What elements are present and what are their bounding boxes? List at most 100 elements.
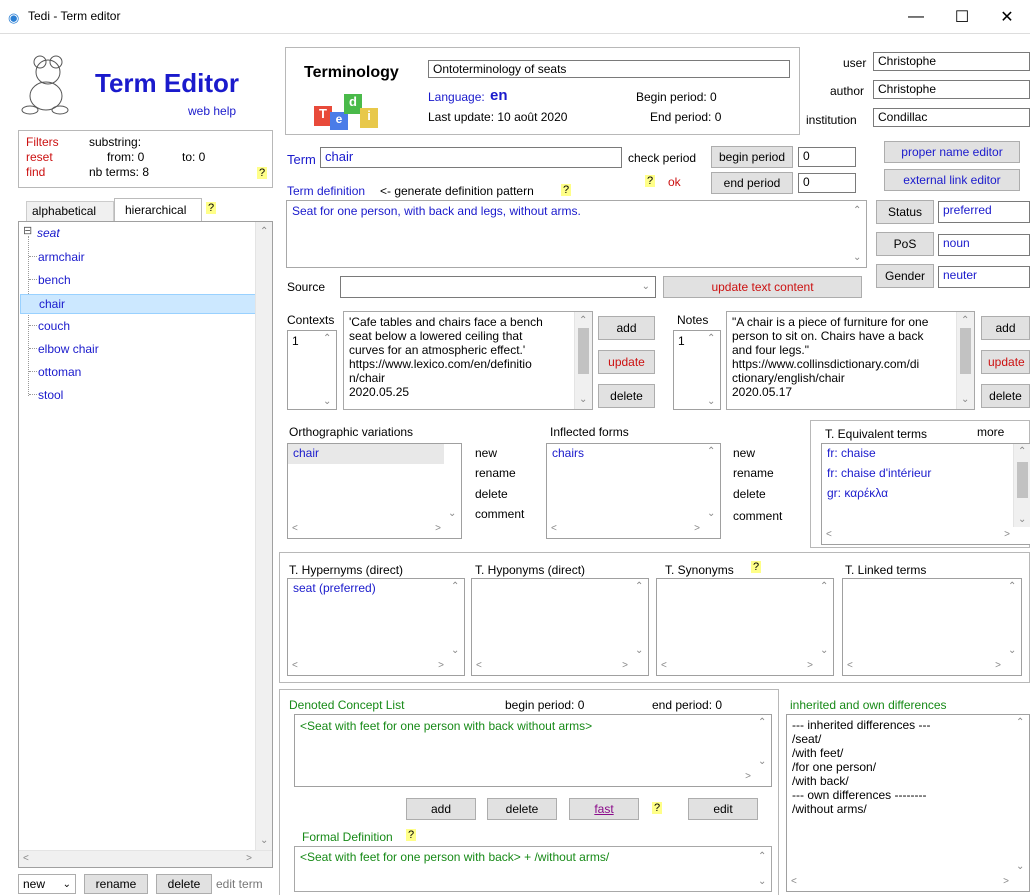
- contexts-add-button[interactable]: add: [598, 316, 655, 340]
- tree-item[interactable]: couch: [20, 317, 256, 337]
- tab-hierarchical[interactable]: hierarchical: [114, 198, 202, 221]
- linked-terms-list[interactable]: ⌃ ⌄ < >: [842, 578, 1022, 676]
- term-tree[interactable]: ⊟ seat armchair bench chair couch elbow chai…: [18, 221, 273, 868]
- author-field[interactable]: Christophe: [873, 80, 1030, 99]
- status-field[interactable]: preferred: [938, 201, 1030, 223]
- synonyms-list[interactable]: ⌃ ⌄ < >: [656, 578, 834, 676]
- user-field[interactable]: Christophe: [873, 52, 1030, 71]
- definition-help[interactable]: ?: [561, 184, 572, 196]
- tree-item[interactable]: bench: [20, 271, 256, 291]
- equivalents-more-link[interactable]: more: [977, 425, 1004, 439]
- concept-delete-button[interactable]: delete: [487, 798, 557, 820]
- notes-index-list[interactable]: 1 ⌃ ⌄: [673, 330, 721, 410]
- minimize-button[interactable]: —: [893, 0, 939, 34]
- equivalents-panel: T. Equivalent terms more fr: chaise fr: c…: [810, 420, 1030, 548]
- ortho-new[interactable]: new: [475, 446, 497, 460]
- delete-button[interactable]: delete: [156, 874, 212, 894]
- notes-add-button[interactable]: add: [981, 316, 1030, 340]
- contexts-index-list[interactable]: 1 ⌃ ⌄: [287, 330, 337, 410]
- infl-rename[interactable]: rename: [733, 466, 774, 480]
- notes-delete-button[interactable]: delete: [981, 384, 1030, 408]
- hypernym-item[interactable]: seat (preferred): [288, 579, 447, 599]
- end-period-button[interactable]: end period: [711, 172, 793, 194]
- term-field[interactable]: chair: [320, 147, 622, 168]
- tree-item-label: elbow chair: [38, 342, 99, 356]
- tree-item[interactable]: stool: [20, 386, 256, 406]
- equivalent-item[interactable]: gr: καρέκλα: [822, 484, 1013, 504]
- begin-period-field[interactable]: 0: [798, 147, 856, 167]
- gender-field[interactable]: neuter: [938, 266, 1030, 288]
- status-button[interactable]: Status: [876, 200, 934, 224]
- equivalent-item[interactable]: fr: chaise d'intérieur: [822, 464, 1013, 484]
- begin-period-button[interactable]: begin period: [711, 146, 793, 168]
- filters-help[interactable]: ?: [257, 167, 268, 179]
- ortho-comment[interactable]: comment: [475, 507, 524, 521]
- contexts-delete-button[interactable]: delete: [598, 384, 655, 408]
- equivalents-list[interactable]: fr: chaise fr: chaise d'intérieur gr: καρέ…: [821, 443, 1030, 545]
- gender-button[interactable]: Gender: [876, 264, 934, 288]
- ortho-delete[interactable]: delete: [475, 487, 508, 501]
- tree-root[interactable]: seat: [37, 226, 60, 240]
- tree-hscroll[interactable]: < >: [19, 850, 272, 867]
- reset-link[interactable]: reset: [26, 150, 53, 164]
- find-link[interactable]: find: [26, 165, 45, 179]
- hypernyms-label: T. Hypernyms (direct): [289, 563, 404, 577]
- notes-text[interactable]: "A chair is a piece of furniture for one…: [726, 311, 975, 410]
- check-period-help[interactable]: ?: [645, 175, 656, 187]
- notes-update-button[interactable]: update: [981, 350, 1030, 374]
- generate-pattern-link[interactable]: <- generate definition pattern: [380, 184, 534, 198]
- differences-list[interactable]: --- inherited differences ---/seat//with…: [786, 714, 1030, 892]
- formal-definition-help[interactable]: ?: [406, 829, 417, 841]
- hyponyms-list[interactable]: ⌃ ⌄ < >: [471, 578, 649, 676]
- new-dropdown[interactable]: new ⌄: [18, 874, 76, 894]
- concept-item[interactable]: <Seat with feet for one person with back…: [295, 715, 771, 737]
- rename-button[interactable]: rename: [84, 874, 148, 894]
- tree-vscroll[interactable]: ⌃ ⌄: [255, 222, 272, 850]
- inflected-list[interactable]: chairs ⌃ ⌄ < >: [546, 443, 721, 539]
- web-help-link[interactable]: web help: [188, 104, 236, 118]
- terminology-name-field[interactable]: Ontoterminology of seats: [428, 60, 790, 78]
- tab-alphabetical[interactable]: alphabetical: [26, 201, 114, 221]
- language-value[interactable]: en: [490, 87, 508, 104]
- equivalent-item[interactable]: fr: chaise: [822, 444, 1013, 464]
- source-field[interactable]: ⌄: [340, 276, 656, 298]
- orthographic-list[interactable]: chair ⌄ < >: [287, 443, 462, 539]
- pos-button[interactable]: PoS: [876, 232, 934, 256]
- institution-field[interactable]: Condillac: [873, 108, 1030, 127]
- tree-item-label: bench: [38, 273, 71, 287]
- tree-item[interactable]: chair: [20, 294, 256, 314]
- tree-item[interactable]: ottoman: [20, 363, 256, 383]
- definition-textarea[interactable]: Seat for one person, with back and legs,…: [286, 200, 867, 268]
- end-period-field[interactable]: 0: [798, 173, 856, 193]
- contexts-index-item[interactable]: 1: [292, 334, 299, 348]
- orthographic-item[interactable]: chair: [288, 444, 444, 464]
- infl-delete[interactable]: delete: [733, 487, 766, 501]
- formal-definition-textarea[interactable]: <Seat with feet for one person with back…: [294, 846, 772, 892]
- concept-edit-button[interactable]: edit: [688, 798, 758, 820]
- infl-new[interactable]: new: [733, 446, 755, 460]
- maximize-button[interactable]: ☐: [939, 0, 985, 34]
- tree-item[interactable]: elbow chair: [20, 340, 256, 360]
- definition-vscroll[interactable]: ⌃ ⌄: [849, 201, 866, 267]
- synonyms-help[interactable]: ?: [751, 561, 762, 573]
- infl-comment[interactable]: comment: [733, 509, 782, 523]
- close-button[interactable]: ✕: [984, 0, 1030, 34]
- notes-index-item[interactable]: 1: [678, 334, 685, 348]
- hypernyms-list[interactable]: seat (preferred) ⌃ ⌄ < >: [287, 578, 465, 676]
- window-title: Tedi - Term editor: [28, 9, 121, 23]
- concept-help[interactable]: ?: [652, 802, 663, 814]
- update-text-content-button[interactable]: update text content: [663, 276, 862, 298]
- tabs-help[interactable]: ?: [206, 202, 217, 214]
- proper-name-editor-button[interactable]: proper name editor: [884, 141, 1020, 163]
- pos-field[interactable]: noun: [938, 234, 1030, 256]
- concept-list[interactable]: <Seat with feet for one person with back…: [294, 714, 772, 787]
- inflected-item[interactable]: chairs: [547, 444, 703, 464]
- ortho-rename[interactable]: rename: [475, 466, 516, 480]
- tree-item[interactable]: armchair: [20, 248, 256, 268]
- difference-line: /with feet/: [792, 746, 844, 760]
- external-link-editor-button[interactable]: external link editor: [884, 169, 1020, 191]
- contexts-update-button[interactable]: update: [598, 350, 655, 374]
- contexts-text[interactable]: 'Cafe tables and chairs face a bench seat…: [343, 311, 593, 410]
- concept-add-button[interactable]: add: [406, 798, 476, 820]
- concept-fast-button[interactable]: fast: [569, 798, 639, 820]
